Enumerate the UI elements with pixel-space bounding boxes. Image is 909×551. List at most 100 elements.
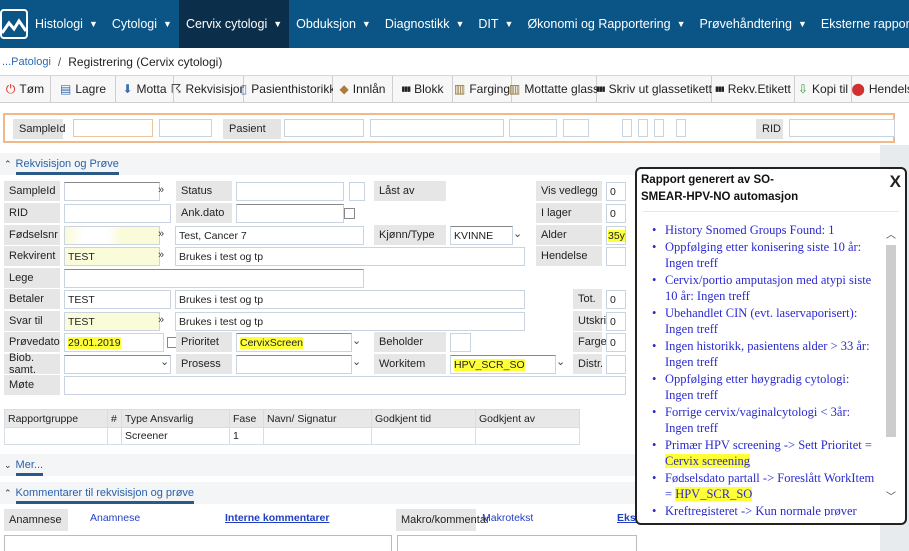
mote-input[interactable] (64, 376, 626, 395)
makro-textarea[interactable] (397, 535, 637, 551)
nav-item-prøvehåndtering[interactable]: Prøvehåndtering ▼ (693, 0, 814, 48)
search-pasient-input-4[interactable] (563, 119, 589, 137)
toolbar-button-kopi-til[interactable]: ⇩ Kopi til (795, 76, 852, 102)
table-header[interactable]: Type Ansvarlig (121, 409, 230, 428)
toolbar-button-label: Tøm (19, 82, 45, 96)
double-chevron-down-icon[interactable]: » (158, 249, 164, 261)
anamnese-textarea[interactable] (4, 535, 392, 551)
chevron-down-icon[interactable]: ⌄ (513, 227, 522, 240)
search-pasient-label: Pasient (223, 119, 281, 139)
ank-dato-checkbox[interactable] (344, 208, 355, 219)
nav-item-histologi[interactable]: Histologi ▼ (28, 0, 105, 48)
power-icon: ⏻ (5, 81, 16, 96)
table-header[interactable]: Navn/ Signatur (263, 409, 372, 428)
toolbar-button-motta[interactable]: ⬇ Motta (116, 76, 174, 102)
toolbar-button-tøm[interactable]: ⏻ Tøm (0, 76, 51, 102)
anamnese-link[interactable]: Anamnese (90, 512, 140, 524)
lege-input[interactable] (64, 269, 364, 288)
label-lege: Lege (4, 268, 60, 288)
search-checkbox-3[interactable] (654, 119, 664, 137)
toolbar-button-innlån[interactable]: ◆ Innlån (333, 76, 393, 102)
biob-samt-select[interactable] (64, 355, 171, 374)
table-row[interactable]: Screener 1 (4, 427, 580, 445)
toolbar-button-rekvisisjon[interactable]: ☈ Rekvisisjon (171, 76, 246, 102)
toolbar-button-rekv-etikett[interactable]: ▮▮▮ Rekv.Etikett (712, 76, 795, 102)
table-header[interactable]: Godkjent av (475, 409, 580, 428)
fodselsnr-input[interactable] (64, 226, 160, 245)
toolbar-button-skriv-ut-glassetikett[interactable]: ▮▮▮ Skriv ut glassetikett (596, 76, 712, 102)
popup-list-item: History Snomed Groups Found: 1 (652, 222, 875, 239)
close-icon[interactable]: X (890, 173, 901, 190)
search-pasient-input-3[interactable] (509, 119, 557, 137)
toolbar: ⏻ Tøm ▤ Lagre ⬇ Motta ☈ Rekvisisjon ▯ Pasienthist… (0, 75, 909, 103)
table-header[interactable]: # (107, 409, 122, 428)
table-header[interactable]: Godkjent tid (371, 409, 476, 428)
label-prioritet: Prioritet (176, 332, 232, 352)
chevron-down-icon[interactable]: ⌄ (160, 355, 169, 368)
nav-item-cytologi[interactable]: Cytologi ▼ (105, 0, 179, 48)
tot-value: 0 (606, 290, 626, 309)
chevron-down-icon[interactable]: ⌄ (352, 355, 361, 368)
popup-list-item: Ubehandlet CIN (evt. laservaporisert): I… (652, 305, 875, 338)
sampleid-select[interactable] (64, 182, 160, 201)
chevron-down-icon[interactable]: ⌄ (352, 334, 361, 347)
scroll-up-icon[interactable]: ︿ (886, 226, 896, 241)
search-checkbox-4[interactable] (676, 119, 686, 137)
chevron-down-icon[interactable]: ⌄ (556, 355, 565, 368)
kjonn-type-select[interactable]: KVINNE (450, 226, 513, 245)
interne-kommentarer-link[interactable]: Interne kommentarer (225, 512, 329, 524)
search-pasient-input-2[interactable] (370, 119, 504, 137)
table-header[interactable]: Rapportgruppe (4, 409, 108, 428)
double-chevron-down-icon[interactable]: » (158, 314, 164, 326)
status-input[interactable] (236, 182, 344, 201)
search-sampleid-extra-input[interactable] (159, 119, 212, 137)
popup-list-item: Cervix/portio amputasjon med atypi siste… (652, 272, 875, 305)
nav-item-obduksjon[interactable]: Obduksjon ▼ (289, 0, 378, 48)
svar-til-input[interactable]: TEST (64, 312, 160, 331)
nav-item-cervix-cytologi[interactable]: Cervix cytologi ▼ (178, 0, 290, 48)
breadcrumb-parent-link[interactable]: ...Patologi (2, 56, 51, 68)
section-rekvisisjon-title: Rekvisisjon og Prøve (15, 158, 120, 175)
chevron-up-icon: ⌃ (4, 158, 12, 169)
label-svar-til: Svar til (4, 311, 60, 331)
barcode-icon: ▮▮▮ (401, 86, 412, 93)
prioritet-select[interactable]: CervixScreen (236, 333, 352, 352)
caret-down-icon: ▼ (797, 19, 807, 29)
toolbar-button-mottatte-glass[interactable]: ▥ Mottatte glass (509, 76, 599, 102)
toolbar-button-blokk[interactable]: ▮▮▮ Blokk (393, 76, 453, 102)
nav-item-eksterne-rapporter[interactable]: Eksterne rapporter▼ (814, 0, 909, 48)
ank-dato-input[interactable] (236, 204, 344, 223)
label-rekvirent: Rekvirent (4, 246, 60, 266)
scroll-down-icon[interactable]: ﹀ (886, 488, 896, 503)
table-header[interactable]: Fase (229, 409, 264, 428)
toolbar-button-farging[interactable]: ▥ Farging (453, 76, 512, 102)
search-sampleid-input[interactable] (73, 119, 153, 137)
betaler-input[interactable]: TEST (64, 290, 171, 309)
popup-title-line-2: SMEAR-HPV-NO automasjon (641, 191, 799, 203)
nav-item-økonomi-og-rapportering[interactable]: Økonomi og Rapportering ▼ (520, 0, 692, 48)
search-checkbox-1[interactable] (622, 119, 632, 137)
nav-item-diagnostikk[interactable]: Diagnostikk ▼ (378, 0, 472, 48)
status-extra-input[interactable] (349, 182, 365, 201)
rekvirent-input[interactable]: TEST (64, 247, 160, 266)
toolbar-button-hendelse[interactable]: ⬤Hendelse (851, 76, 909, 102)
double-chevron-down-icon[interactable]: » (158, 184, 164, 196)
workitem-select[interactable]: HPV_SCR_SO (450, 355, 556, 374)
popup-scrollbar[interactable]: ︿ ﹀ (884, 212, 899, 516)
toolbar-button-pasienthistorikk[interactable]: ▯ Pasienthistorikk (241, 76, 335, 102)
nav-item-dit[interactable]: DIT ▼ (471, 0, 520, 48)
provedato-input[interactable]: 29.01.2019 (64, 333, 164, 352)
makrotekst-link[interactable]: Makrotekst (482, 512, 533, 524)
toolbar-button-label: Kopi til (812, 82, 849, 96)
rid-input[interactable] (64, 204, 171, 223)
prosess-select[interactable] (236, 355, 352, 374)
search-pasient-input-1[interactable] (284, 119, 364, 137)
scrollbar-thumb[interactable] (886, 245, 896, 437)
search-checkbox-2[interactable] (638, 119, 648, 137)
search-rid-input[interactable] (789, 119, 895, 137)
app-logo[interactable] (0, 6, 28, 42)
beholder-input[interactable] (450, 333, 471, 352)
farge-value: 0 (606, 333, 626, 352)
double-chevron-down-icon[interactable]: » (158, 228, 164, 240)
toolbar-button-lagre[interactable]: ▤ Lagre (51, 76, 116, 102)
